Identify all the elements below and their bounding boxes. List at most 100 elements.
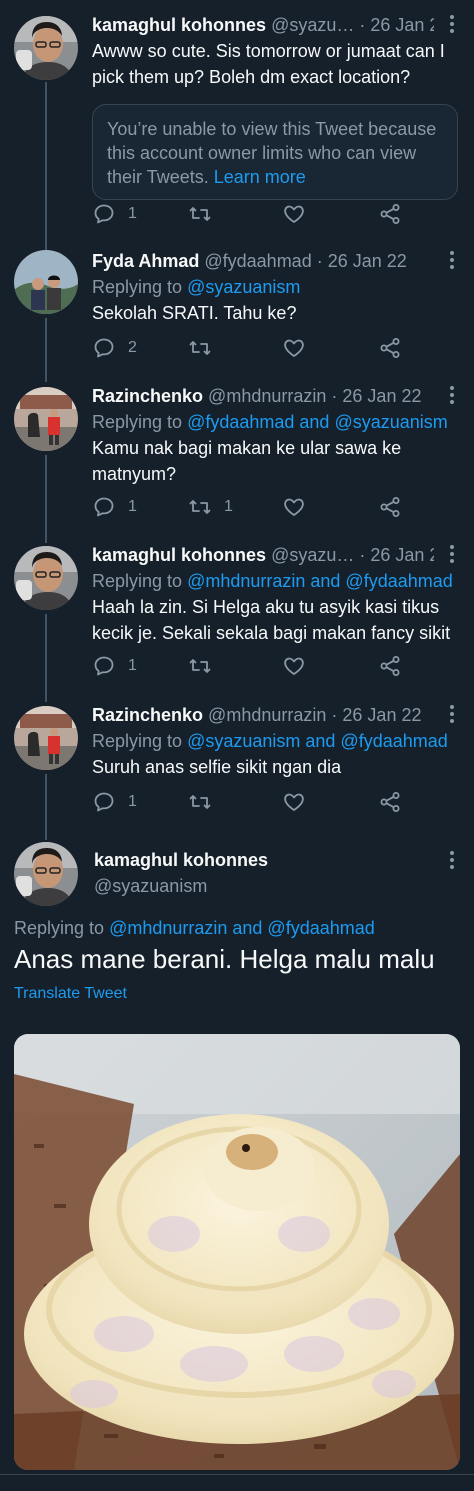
retweet-button[interactable] bbox=[188, 200, 224, 228]
retweet-button[interactable]: 1 bbox=[188, 493, 233, 521]
timestamp[interactable]: 26 Jan 22 bbox=[370, 15, 434, 35]
replying-to: Replying to @mhdnurrazin and @fydaahmad bbox=[92, 568, 453, 594]
like-button[interactable] bbox=[282, 334, 318, 362]
learn-more-link[interactable]: Learn more bbox=[214, 167, 306, 187]
replying-to-link[interactable]: @mhdnurrazin and @fydaahmad bbox=[187, 571, 453, 591]
thread-line bbox=[45, 774, 47, 840]
handle[interactable]: @fydaahmad bbox=[204, 251, 311, 271]
like-button[interactable] bbox=[282, 493, 318, 521]
reply-icon bbox=[92, 202, 116, 226]
like-button[interactable] bbox=[282, 788, 318, 816]
tweet-actions: 1 bbox=[92, 200, 432, 228]
display-name[interactable]: kamaghul kohonnes bbox=[92, 545, 266, 565]
thread-line bbox=[45, 455, 47, 543]
more-icon[interactable] bbox=[448, 848, 456, 872]
tweet-actions: 1 1 bbox=[92, 493, 432, 521]
tweet-header: kamaghul kohonnes @syazu… · 26 Jan 22 bbox=[92, 542, 434, 568]
retweet-icon bbox=[188, 654, 212, 678]
more-icon[interactable] bbox=[448, 542, 456, 566]
reply-button[interactable]: 1 bbox=[92, 493, 137, 521]
reply-icon bbox=[92, 654, 116, 678]
more-icon[interactable] bbox=[448, 12, 456, 36]
timestamp[interactable]: 26 Jan 22 bbox=[342, 386, 421, 406]
main-replying-to: Replying to @mhdnurrazin and @fydaahmad bbox=[14, 915, 375, 941]
tweet-media-image[interactable] bbox=[14, 1034, 460, 1470]
replying-to-link[interactable]: @syazuanism and @fydaahmad bbox=[187, 731, 448, 751]
handle[interactable]: @syazu… bbox=[271, 545, 354, 565]
share-icon bbox=[378, 495, 402, 519]
more-icon[interactable] bbox=[448, 702, 456, 726]
replying-prefix: Replying to bbox=[14, 918, 105, 938]
retweet-icon bbox=[188, 790, 212, 814]
share-button[interactable] bbox=[378, 788, 402, 816]
translate-tweet-link[interactable]: Translate Tweet bbox=[14, 983, 127, 1005]
handle[interactable]: @mhdnurrazin bbox=[208, 705, 326, 725]
retweet-button[interactable] bbox=[188, 652, 224, 680]
like-icon bbox=[282, 202, 306, 226]
display-name[interactable]: Razinchenko bbox=[92, 705, 203, 725]
avatar[interactable] bbox=[14, 706, 78, 770]
more-icon[interactable] bbox=[448, 383, 456, 407]
more-icon[interactable] bbox=[448, 248, 456, 272]
reply-button[interactable]: 2 bbox=[92, 334, 137, 362]
share-icon bbox=[378, 202, 402, 226]
replying-to: Replying to @fydaahmad and @syazuanism bbox=[92, 409, 448, 435]
retweet-icon bbox=[188, 336, 212, 360]
retweet-button[interactable] bbox=[188, 334, 224, 362]
like-icon bbox=[282, 790, 306, 814]
share-button[interactable] bbox=[378, 334, 402, 362]
reply-button[interactable]: 1 bbox=[92, 652, 137, 680]
display-name[interactable]: kamaghul kohonnes bbox=[92, 15, 266, 35]
reply-button[interactable]: 1 bbox=[92, 200, 137, 228]
tweet-text: Haah la zin. Si Helga aku tu asyik kasi … bbox=[92, 597, 451, 643]
timestamp[interactable]: 26 Jan 22 bbox=[370, 545, 434, 565]
avatar[interactable] bbox=[14, 16, 78, 80]
like-icon bbox=[282, 495, 306, 519]
retweet-count: 1 bbox=[224, 498, 233, 515]
thread-line bbox=[45, 614, 47, 702]
reply-count: 1 bbox=[128, 205, 137, 222]
avatar[interactable] bbox=[14, 387, 78, 451]
like-button[interactable] bbox=[282, 652, 318, 680]
retweet-button[interactable] bbox=[188, 788, 224, 816]
avatar[interactable] bbox=[14, 546, 78, 610]
replying-prefix: Replying to bbox=[92, 571, 183, 591]
reply-count: 2 bbox=[128, 339, 137, 356]
replying-to-link[interactable]: @fydaahmad and @syazuanism bbox=[187, 412, 448, 432]
replying-to-link[interactable]: @syazuanism bbox=[187, 277, 300, 297]
timestamp[interactable]: 26 Jan 22 bbox=[328, 251, 407, 271]
share-button[interactable] bbox=[378, 652, 402, 680]
thread-line bbox=[45, 318, 47, 382]
display-name[interactable]: Razinchenko bbox=[92, 386, 203, 406]
replying-to-link[interactable]: @mhdnurrazin and @fydaahmad bbox=[109, 918, 375, 938]
share-icon bbox=[378, 336, 402, 360]
reply-count: 1 bbox=[128, 498, 137, 515]
separator-dot: · bbox=[331, 705, 338, 725]
reply-icon bbox=[92, 790, 116, 814]
share-button[interactable] bbox=[378, 200, 402, 228]
replying-to: Replying to @syazuanism and @fydaahmad bbox=[92, 728, 448, 754]
tweet-text: Kamu nak bagi makan ke ular sawa ke matn… bbox=[92, 438, 402, 484]
restricted-tweet-notice: You’re unable to view this Tweet because… bbox=[92, 104, 458, 200]
thread-line bbox=[45, 82, 47, 258]
share-button[interactable] bbox=[378, 493, 402, 521]
divider bbox=[0, 1474, 474, 1475]
reply-count: 1 bbox=[128, 657, 137, 674]
display-name[interactable]: Fyda Ahmad bbox=[92, 251, 199, 271]
reply-icon bbox=[92, 336, 116, 360]
reply-button[interactable]: 1 bbox=[92, 788, 137, 816]
handle[interactable]: @mhdnurrazin bbox=[208, 386, 326, 406]
like-button[interactable] bbox=[282, 200, 318, 228]
tweet-actions: 1 bbox=[92, 652, 432, 680]
main-handle[interactable]: @syazuanism bbox=[94, 874, 207, 898]
handle[interactable]: @syazu… bbox=[271, 15, 354, 35]
separator-dot: · bbox=[331, 386, 338, 406]
avatar[interactable] bbox=[14, 250, 78, 314]
main-display-name[interactable]: kamaghul kohonnes bbox=[94, 848, 268, 872]
main-avatar[interactable] bbox=[14, 842, 78, 906]
like-icon bbox=[282, 654, 306, 678]
timestamp[interactable]: 26 Jan 22 bbox=[342, 705, 421, 725]
main-tweet-text: Anas mane berani. Helga malu malu bbox=[14, 944, 435, 974]
tweet-text: Suruh anas selfie sikit ngan dia bbox=[92, 757, 342, 777]
share-icon bbox=[378, 790, 402, 814]
